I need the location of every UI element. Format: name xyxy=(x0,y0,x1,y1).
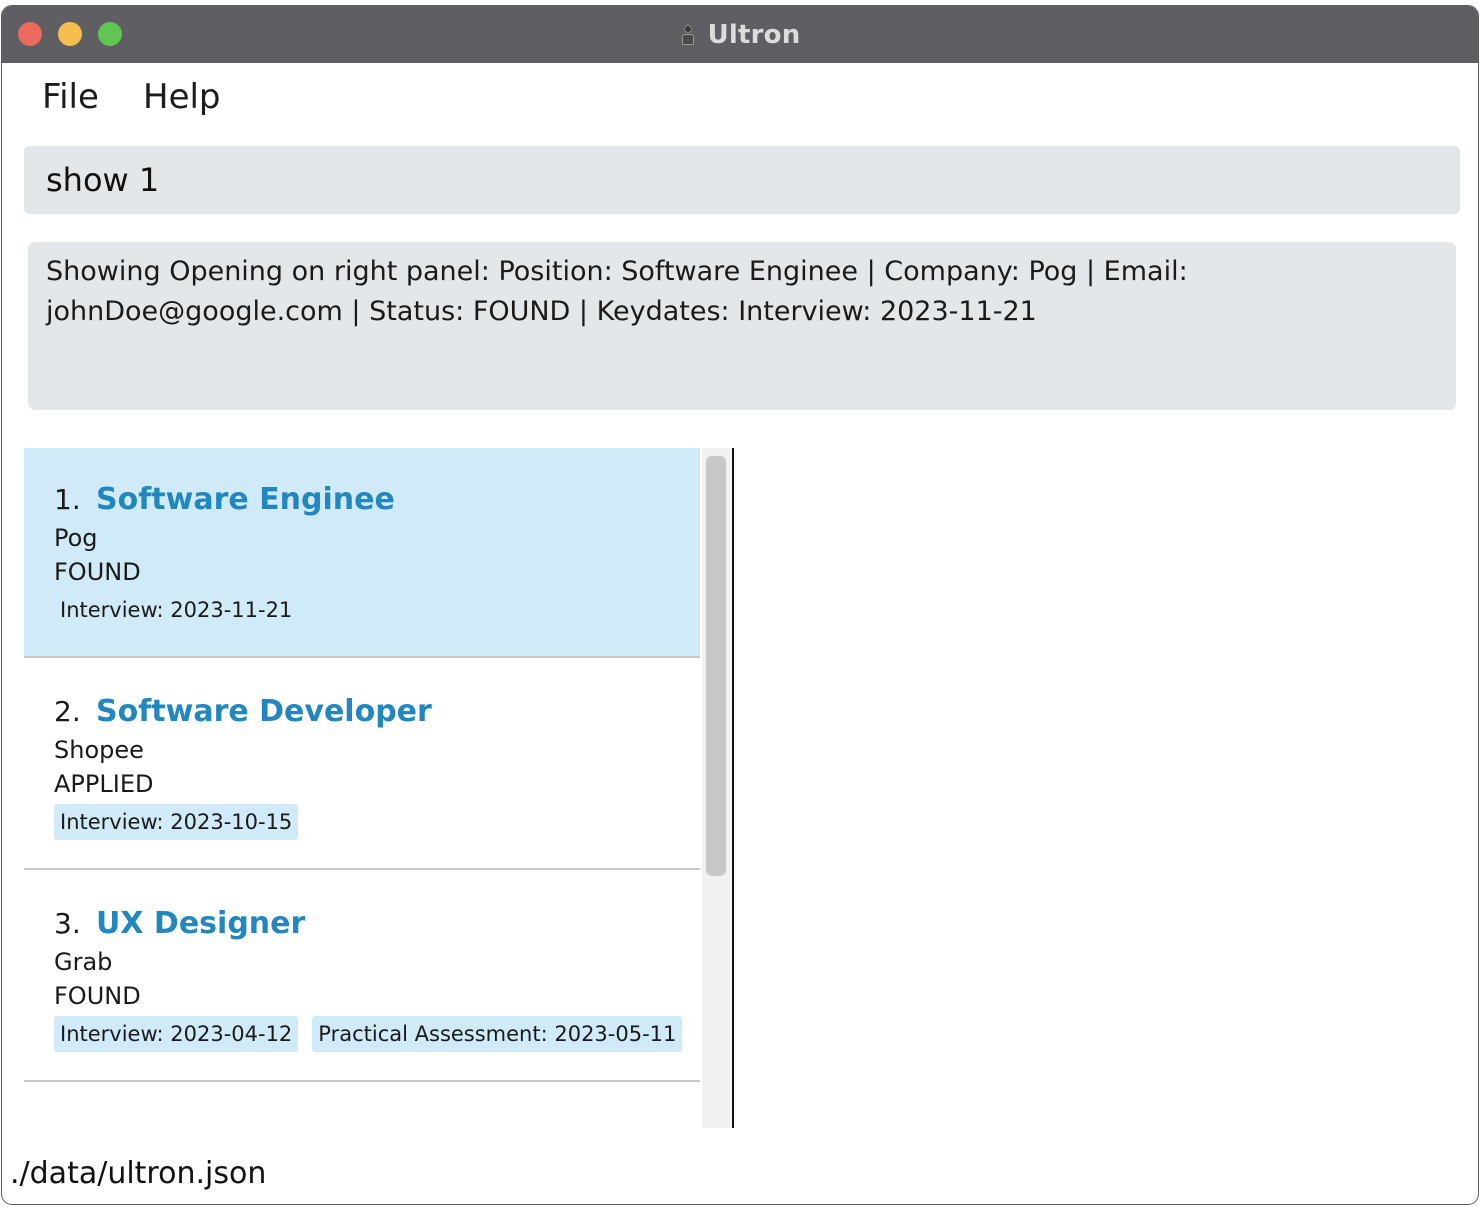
list-scrollbar[interactable] xyxy=(702,448,732,1128)
command-input[interactable]: show 1 xyxy=(24,146,1460,214)
keydate-tag: Interview: 2023-11-21 xyxy=(54,592,299,628)
opening-position: UX Designer xyxy=(96,906,306,941)
opening-card[interactable]: 2. Software Developer Shopee APPLIED Intervi… xyxy=(24,660,700,870)
opening-status: FOUND xyxy=(54,982,141,1010)
keydate-tag: Interview: 2023-04-12 xyxy=(54,1016,299,1052)
opening-keydates: Interview: 2023-04-12 Practical Assessmen… xyxy=(54,1016,683,1052)
opening-position: Software Developer xyxy=(96,694,432,729)
opening-keydates: Interview: 2023-11-21 xyxy=(54,592,299,628)
app-window: Ultron File Help show 1 Showing Opening … xyxy=(1,5,1479,1205)
opening-position: Software Enginee xyxy=(96,482,395,517)
opening-card[interactable]: 1. Software Enginee Pog FOUND Interview: 20… xyxy=(24,448,700,658)
title-bar[interactable]: Ultron xyxy=(2,6,1478,63)
menu-bar: File Help xyxy=(2,63,1478,133)
opening-company: Pog xyxy=(54,524,98,552)
result-display: Showing Opening on right panel: Position… xyxy=(28,242,1456,410)
window-title-group: Ultron xyxy=(2,6,1478,63)
opening-title-row: 3. UX Designer xyxy=(54,906,305,941)
keydate-tag: Practical Assessment: 2023-05-11 xyxy=(312,1016,683,1052)
opening-index: 3. xyxy=(54,907,81,940)
window-title: Ultron xyxy=(707,19,801,50)
scrollbar-thumb[interactable] xyxy=(706,456,726,876)
opening-card[interactable]: 3. UX Designer Grab FOUND Interview: 2023-04… xyxy=(24,872,700,1082)
opening-detail-panel xyxy=(734,448,1478,1128)
opening-list: 1. Software Enginee Pog FOUND Interview: 20… xyxy=(24,448,732,1128)
opening-company: Shopee xyxy=(54,736,144,764)
status-bar-path: ./data/ultron.json xyxy=(10,1156,267,1191)
opening-company: Grab xyxy=(54,948,113,976)
keydate-tag: Interview: 2023-10-15 xyxy=(54,804,299,840)
menu-file[interactable]: File xyxy=(42,77,99,117)
opening-keydates: Interview: 2023-10-15 xyxy=(54,804,299,840)
opening-index: 2. xyxy=(54,695,81,728)
robot-icon xyxy=(680,24,696,46)
menu-help[interactable]: Help xyxy=(143,77,221,117)
opening-title-row: 1. Software Enginee xyxy=(54,482,395,517)
opening-status: FOUND xyxy=(54,558,141,586)
opening-title-row: 2. Software Developer xyxy=(54,694,432,729)
opening-status: APPLIED xyxy=(54,770,154,798)
opening-index: 1. xyxy=(54,483,81,516)
